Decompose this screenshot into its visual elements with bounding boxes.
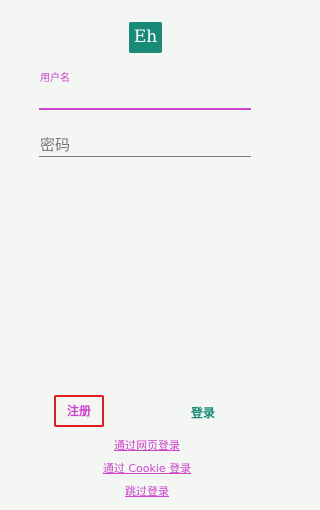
app-logo: Eh <box>129 22 162 53</box>
register-button[interactable]: 注册 <box>54 402 104 419</box>
username-input[interactable] <box>39 108 251 110</box>
password-input[interactable] <box>39 156 251 157</box>
login-button[interactable]: 登录 <box>191 404 215 421</box>
username-label: 用户名 <box>40 73 70 84</box>
password-placeholder[interactable]: 密码 <box>40 134 70 155</box>
skip-login-link[interactable]: 跳过登录 <box>0 483 294 499</box>
web-login-link[interactable]: 通过网页登录 <box>0 437 294 453</box>
cookie-login-link[interactable]: 通过 Cookie 登录 <box>0 460 294 476</box>
